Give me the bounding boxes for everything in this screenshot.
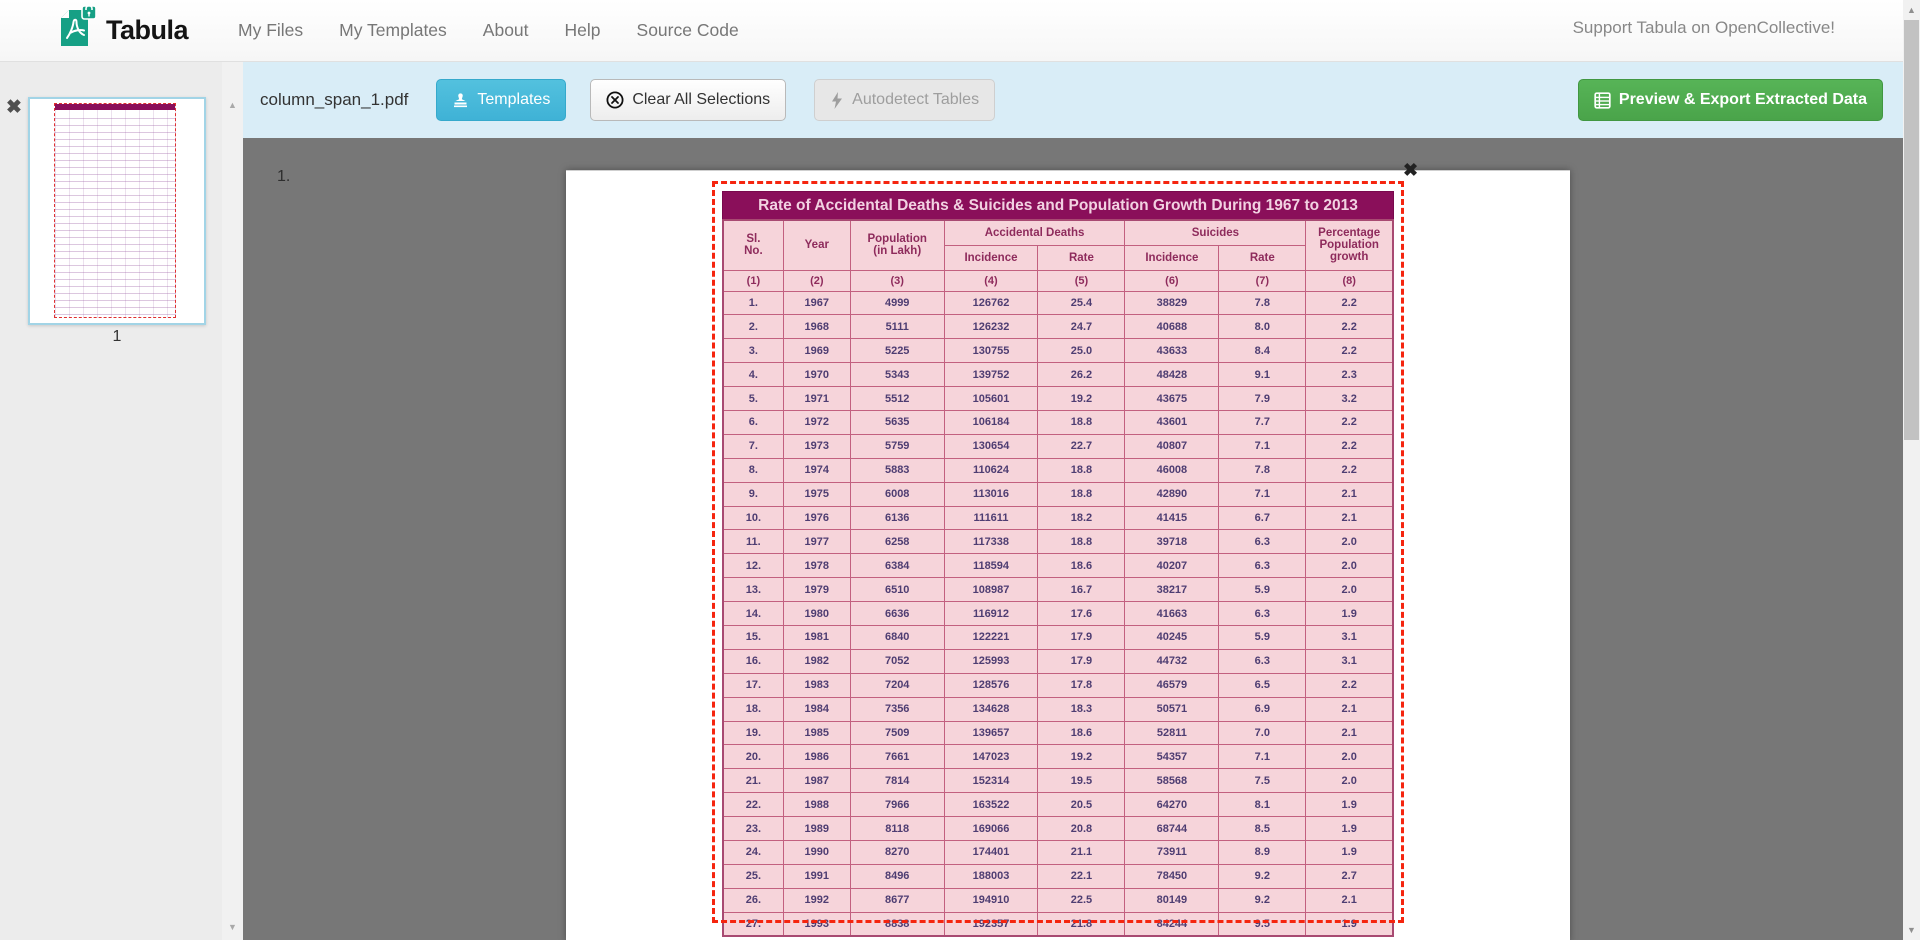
- thumbnail-page-number: 1: [28, 328, 206, 346]
- stamp-icon: [452, 92, 469, 109]
- sidebar-scroll-down-icon[interactable]: ▼: [222, 922, 243, 932]
- sidebar-thumbnails: ✖ 1 ▲ ▼: [0, 62, 243, 940]
- toolbar: column_span_1.pdf Templates Clear All Se…: [243, 62, 1903, 138]
- navbar: Tabula My FilesMy TemplatesAboutHelpSour…: [0, 0, 1903, 62]
- selection-close-icon[interactable]: ✖: [1403, 160, 1418, 181]
- main-area: column_span_1.pdf Templates Clear All Se…: [243, 62, 1903, 940]
- nav-item-help[interactable]: Help: [547, 10, 619, 51]
- support-opencollective-link[interactable]: Support Tabula on OpenCollective!: [1573, 18, 1835, 38]
- page-thumbnail[interactable]: [28, 97, 206, 325]
- templates-button[interactable]: Templates: [436, 79, 566, 121]
- clear-all-selections-button[interactable]: Clear All Selections: [590, 79, 786, 121]
- nav-menu: My FilesMy TemplatesAboutHelpSource Code: [220, 10, 757, 51]
- sidebar-scroll-up-icon[interactable]: ▲: [222, 100, 243, 110]
- export-button-label: Preview & Export Extracted Data: [1619, 91, 1867, 109]
- thumbnail-table-banner: [55, 104, 175, 110]
- circle-x-icon: [606, 91, 624, 109]
- templates-button-label: Templates: [477, 91, 550, 109]
- scroll-down-icon[interactable]: ▼: [1903, 925, 1920, 935]
- autodetect-button-label: Autodetect Tables: [852, 91, 979, 109]
- thumbnail-table-selection: [54, 103, 176, 318]
- window-scrollbar[interactable]: ▲ ▼: [1903, 0, 1920, 940]
- preview-export-button[interactable]: Preview & Export Extracted Data: [1578, 79, 1883, 121]
- scrollbar-thumb[interactable]: [1904, 20, 1919, 440]
- clear-button-label: Clear All Selections: [632, 91, 770, 109]
- thumbnail-close-icon[interactable]: ✖: [6, 96, 22, 119]
- document-viewer: 1. ✖ Rate of Accidental Deaths & Suicide…: [243, 138, 1903, 940]
- page-marker: 1.: [277, 168, 290, 186]
- nav-item-my-templates[interactable]: My Templates: [321, 10, 465, 51]
- scroll-up-icon[interactable]: ▲: [1903, 5, 1920, 15]
- sidebar-scrollbar[interactable]: ▲ ▼: [222, 62, 243, 940]
- nav-item-about[interactable]: About: [465, 10, 547, 51]
- table-list-icon: [1594, 92, 1611, 109]
- nav-item-my-files[interactable]: My Files: [220, 10, 321, 51]
- table-selection-box[interactable]: [712, 181, 1404, 923]
- nav-item-source-code[interactable]: Source Code: [619, 10, 757, 51]
- lightning-icon: [830, 92, 844, 109]
- pdf-page[interactable]: Rate of Accidental Deaths & Suicides and…: [566, 170, 1570, 940]
- brand-title: Tabula: [106, 15, 188, 46]
- autodetect-tables-button: Autodetect Tables: [814, 79, 995, 121]
- tabula-pdf-logo-icon: [57, 5, 97, 56]
- brand-link[interactable]: Tabula: [57, 5, 188, 56]
- pdf-filename: column_span_1.pdf: [260, 90, 408, 110]
